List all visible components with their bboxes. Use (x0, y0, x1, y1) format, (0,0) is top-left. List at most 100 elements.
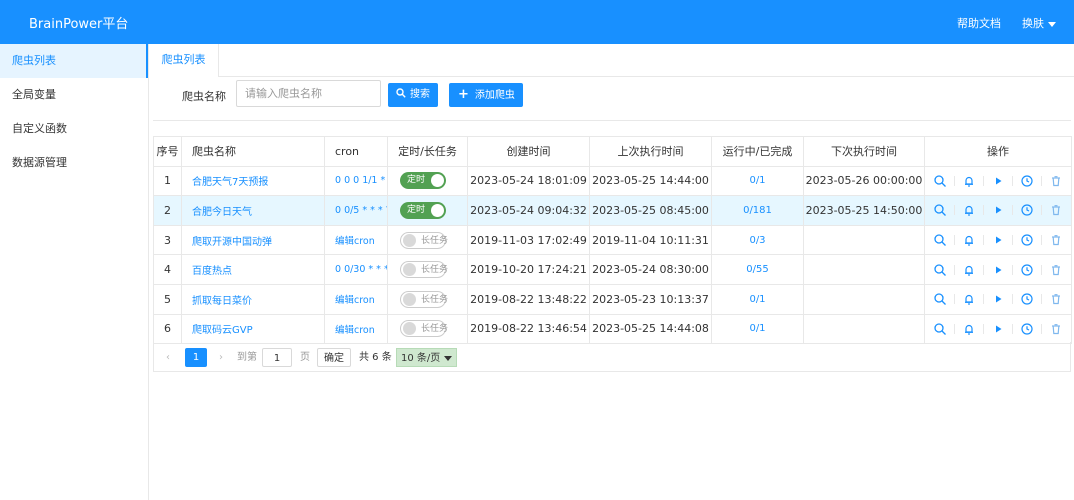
page-1-button[interactable]: 1 (185, 348, 207, 367)
task-type-label: 定时 (407, 204, 426, 215)
cron-expression[interactable]: 0 0/30 * * * ? * (324, 254, 388, 285)
table-row[interactable]: 4百度热点0 0/30 * * * ? * 长任务 2019-10-20 17:24… (153, 254, 1072, 285)
spider-name-link[interactable]: 爬取码云GVP (181, 313, 325, 345)
clock-icon[interactable] (1020, 203, 1034, 217)
page-size-select[interactable]: 10 条/页 (396, 348, 458, 367)
clock-icon[interactable] (1020, 174, 1034, 188)
spider-table: 序号 爬虫名称 cron 定时/长任务 创建时间 上次执行时间 运行中/已完成 … (153, 136, 1072, 345)
task-type-cell: 定时 (387, 165, 468, 197)
play-icon[interactable] (991, 292, 1005, 306)
table-row[interactable]: 6 爬取码云GVP 编辑cron 长任务 2019-08-22 13:46:54 2023… (153, 313, 1072, 345)
search-label: 爬虫名称 (182, 90, 226, 103)
play-icon[interactable] (991, 322, 1005, 336)
edit-cron-link[interactable]: 编辑cron (324, 224, 388, 256)
switch-knob (403, 322, 416, 336)
search-icon[interactable] (933, 203, 947, 217)
separator (982, 294, 984, 305)
play-icon[interactable] (991, 174, 1005, 188)
task-type-label: 长任务 (421, 265, 449, 276)
table-row[interactable]: 3 爬取开源中国动弹 编辑cron 长任务 2019-11-03 17:02:49 201… (153, 224, 1072, 256)
trash-icon[interactable] (1049, 174, 1063, 188)
next-page-icon[interactable]: › (219, 348, 223, 367)
separator (1012, 175, 1014, 186)
switch-knob (403, 292, 416, 306)
separator (1041, 205, 1043, 216)
spider-name-input[interactable] (236, 80, 381, 107)
progress-link[interactable]: 0/55 (711, 254, 804, 285)
col-header-next-run: 下次执行时间 (803, 136, 925, 167)
bell-icon[interactable] (962, 233, 976, 247)
col-header-progress: 运行中/已完成 (711, 136, 804, 167)
table-row[interactable]: 1合肥天气7天预报0 0 0 1/1 * ? * 定时 2023-05-24 18:… (153, 165, 1072, 197)
task-type-label: 定时 (407, 175, 426, 186)
cron-expression[interactable]: 0 0/5 * * * ? * (324, 195, 388, 226)
total-count: 共 6 条 (359, 352, 392, 363)
bell-icon[interactable] (962, 263, 976, 277)
clock-icon[interactable] (1020, 233, 1034, 247)
clock-icon[interactable] (1020, 322, 1034, 336)
sidebar-item-datasource[interactable]: 数据源管理 (0, 146, 148, 180)
next-run-time: 2023-05-26 00:00:00 (803, 165, 925, 197)
help-docs-link[interactable]: 帮助文档 (957, 15, 1001, 31)
separator (1012, 235, 1014, 246)
bell-icon[interactable] (962, 203, 976, 217)
trash-icon[interactable] (1049, 263, 1063, 277)
cron-expression[interactable]: 0 0 0 1/1 * ? * (324, 165, 388, 197)
skin-menu[interactable]: 换肤 (1022, 15, 1056, 31)
confirm-button[interactable]: 确定 (317, 348, 351, 367)
sidebar-item-global-vars[interactable]: 全局变量 (0, 78, 148, 112)
progress-link[interactable]: 0/1 (711, 165, 804, 197)
trash-icon[interactable] (1049, 292, 1063, 306)
edit-cron-link[interactable]: 编辑cron (324, 313, 388, 345)
play-icon[interactable] (991, 263, 1005, 277)
spider-name-link[interactable]: 百度热点 (181, 254, 325, 285)
add-spider-button[interactable]: + 添加爬虫 (449, 83, 523, 107)
trash-icon[interactable] (1049, 233, 1063, 247)
trash-icon[interactable] (1049, 322, 1063, 336)
search-icon[interactable] (933, 263, 947, 277)
task-type-cell: 长任务 (387, 283, 468, 315)
progress-link[interactable]: 0/3 (711, 224, 804, 256)
prev-page-icon[interactable]: ‹ (166, 348, 170, 367)
table-row[interactable]: 5 抓取每日菜价 编辑cron 长任务 2019-08-22 13:48:22 2023-… (153, 283, 1072, 315)
spider-name-link[interactable]: 合肥天气7天预报 (181, 165, 325, 197)
edit-cron-link[interactable]: 编辑cron (324, 283, 388, 315)
progress-link[interactable]: 0/181 (711, 195, 804, 226)
search-icon[interactable] (933, 292, 947, 306)
play-icon[interactable] (991, 203, 1005, 217)
actions-cell (924, 283, 1072, 315)
actions-cell (924, 313, 1072, 345)
bell-icon[interactable] (962, 174, 976, 188)
divider (153, 120, 1071, 121)
col-header-cron: cron (324, 136, 388, 167)
col-header-created: 创建时间 (467, 136, 590, 167)
clock-icon[interactable] (1020, 292, 1034, 306)
search-icon[interactable] (933, 322, 947, 336)
clock-icon[interactable] (1020, 263, 1034, 277)
search-button[interactable]: 搜索 (388, 83, 438, 107)
task-type-switch[interactable]: 长任务 (400, 231, 448, 249)
task-type-switch[interactable]: 长任务 (400, 290, 448, 308)
task-type-switch[interactable]: 长任务 (400, 320, 448, 338)
spider-name-link[interactable]: 爬取开源中国动弹 (181, 224, 325, 256)
sidebar-item-custom-functions[interactable]: 自定义函数 (0, 112, 148, 146)
play-icon[interactable] (991, 233, 1005, 247)
tab-spider-list[interactable]: 爬虫列表 (149, 44, 219, 77)
goto-page-input[interactable]: 1 (262, 348, 292, 367)
search-icon[interactable] (933, 174, 947, 188)
task-type-switch[interactable]: 定时 (400, 172, 446, 190)
skin-label: 换肤 (1022, 17, 1044, 30)
trash-icon[interactable] (1049, 203, 1063, 217)
task-type-switch[interactable]: 长任务 (400, 261, 449, 279)
spider-name-link[interactable]: 合肥今日天气 (181, 195, 325, 226)
task-type-switch[interactable]: 定时 (400, 201, 446, 219)
spider-name-link[interactable]: 抓取每日菜价 (181, 283, 325, 315)
bell-icon[interactable] (962, 292, 976, 306)
table-row[interactable]: 2合肥今日天气0 0/5 * * * ? * 定时 2023-05-24 09:04… (153, 195, 1072, 226)
sidebar-item-spider-list[interactable]: 爬虫列表 (0, 44, 148, 78)
bell-icon[interactable] (962, 322, 976, 336)
search-icon (396, 83, 406, 107)
progress-link[interactable]: 0/1 (711, 283, 804, 315)
search-icon[interactable] (933, 233, 947, 247)
progress-link[interactable]: 0/1 (711, 313, 804, 345)
